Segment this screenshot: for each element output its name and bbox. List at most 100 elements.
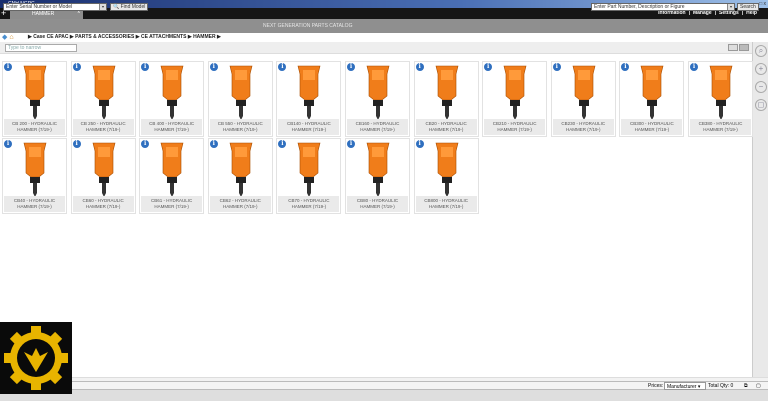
hammer-image [23,65,47,120]
hammer-tile[interactable]: i CB140 - HYDRAULIC HAMMER (7/19-) [276,61,342,137]
zoom-panel: ⌕ + − ◻ [752,42,768,382]
hammer-tile[interactable]: i CB20 - HYDRAULIC HAMMER (7/19-) [413,61,479,137]
info-icon[interactable]: i [347,140,355,148]
hammer-image [92,65,115,120]
zoom-in-icon[interactable]: + [755,63,767,75]
hammer-tile[interactable]: i CB 200 - HYDRAULIC HAMMER (7/19-) [2,61,67,137]
info-icon[interactable]: i [72,140,81,148]
part-search-input[interactable]: Enter Part Number, Description or Figure… [591,3,735,11]
hammer-image [298,65,321,120]
tile-label: CB 250 - HYDRAULIC HAMMER (7/19-) [72,119,134,135]
info-icon[interactable]: i [4,140,12,148]
hammer-image [641,65,664,120]
hammer-image [229,65,253,120]
prices-label: Prices: [648,383,664,389]
cart-icon[interactable]: ▢ [756,382,761,390]
search-label: Search [740,4,756,10]
catalog-title: NEXT GENERATION PARTS CATALOG [263,23,353,29]
prices-select[interactable]: Manufacturer ▾ [664,382,706,390]
info-icon[interactable]: i [552,63,561,71]
crumb-ce-attachments[interactable]: CE ATTACHMENTS [141,34,186,40]
hammer-tile[interactable]: i CB160 - HYDRAULIC HAMMER (7/19-) [345,61,410,137]
hammer-image [160,65,184,120]
hammer-tile[interactable]: i CB40 - HYDRAULIC HAMMER (7/19-) [2,138,67,214]
bottom-bar [0,390,768,401]
hammer-tile[interactable]: i CB800 - HYDRAULIC HAMMER (7/19-) [413,138,479,214]
status-bar: Prices: Manufacturer ▾ Total Qty: 0 ⧉ ▢ [0,381,768,390]
hammer-tile[interactable]: i CB 250 - HYDRAULIC HAMMER (7/19-) [70,61,136,137]
hammer-image [366,65,390,120]
hammer-tile[interactable]: i CB230 - HYDRAULIC HAMMER (7/19-) [550,61,616,137]
hammer-image [435,65,458,120]
tile-label: CB40 - HYDRAULIC HAMMER (7/19-) [4,196,65,212]
part-placeholder: Enter Part Number, Description or Figure [594,4,685,10]
tile-label: CB 200 - HYDRAULIC HAMMER (7/19-) [4,119,65,135]
list-view-button[interactable] [728,44,738,51]
hammer-image [366,142,390,197]
info-icon[interactable]: i [141,140,150,148]
hammer-image [298,142,321,197]
serial-input[interactable]: Enter Serial Number or Model ▾ [3,3,107,11]
total-qty: Total Qty: 0 [708,383,734,389]
crumb-hammer[interactable]: HAMMER [193,34,216,40]
info-icon[interactable]: i [278,140,287,148]
info-icon[interactable]: i [415,63,424,71]
find-model-button[interactable]: 🔍 Find Model [110,3,149,11]
hammer-tile[interactable]: i CB210 - HYDRAULIC HAMMER (7/19-) [482,61,548,137]
info-icon[interactable]: i [690,63,698,71]
hammer-tile[interactable]: i CB70 - HYDRAULIC HAMMER (7/19-) [276,138,342,214]
hammer-tile[interactable]: i CB380 - HYDRAULIC HAMMER (7/19-) [688,61,753,137]
tab-label: HAMMER [32,11,55,17]
zoom-out-icon[interactable]: − [755,81,767,93]
hammer-image [229,142,253,197]
fit-icon[interactable]: ◻ [755,99,767,111]
chevron-down-icon[interactable]: ▾ [99,4,106,10]
info-icon[interactable]: i [209,63,218,71]
hammer-image [709,65,733,120]
hammer-image [435,142,458,197]
zoom-icon[interactable]: ⌕ [755,45,767,57]
info-icon[interactable]: i [484,63,493,71]
search-button[interactable]: Search [737,3,759,11]
tile-label: CB210 - HYDRAULIC HAMMER (7/19-) [484,119,546,135]
info-icon[interactable]: i [621,63,630,71]
info-icon[interactable]: i [278,63,287,71]
hammer-tile[interactable]: i CB62 - HYDRAULIC HAMMER (7/19-) [207,138,273,214]
tile-label: CB 550 - HYDRAULIC HAMMER (7/19-) [209,119,271,135]
crumb-parts[interactable]: PARTS & ACCESSORIES [75,34,134,40]
view-toggle [728,44,750,53]
tile-label: CB160 - HYDRAULIC HAMMER (7/19-) [347,119,408,135]
find-model-label: Find Model [120,4,146,10]
info-icon[interactable]: i [72,63,81,71]
hammer-tile[interactable]: i CB 550 - HYDRAULIC HAMMER (7/19-) [207,61,273,137]
crumb-case[interactable]: Case CE APAC [33,34,68,40]
search-icon: 🔍 [113,4,120,10]
tile-label: CB800 - HYDRAULIC HAMMER (7/19-) [415,196,477,212]
info-icon[interactable]: i [347,63,355,71]
hammer-tile[interactable]: i CB 400 - HYDRAULIC HAMMER (7/19-) [139,61,205,137]
grid-view-button[interactable] [739,44,749,51]
chevron-down-icon[interactable]: ▾ [727,4,734,10]
hammer-image [160,142,184,197]
tile-label: CB380 - HYDRAULIC HAMMER (7/19-) [690,119,751,135]
hammer-image [572,65,596,120]
info-icon[interactable]: i [209,140,218,148]
watermark-logo [0,322,72,394]
tile-label: CB70 - HYDRAULIC HAMMER (7/19-) [278,196,340,212]
toolbar [0,19,768,33]
serial-placeholder: Enter Serial Number or Model [6,4,73,10]
tile-label: CB62 - HYDRAULIC HAMMER (7/19-) [209,196,271,212]
hammer-tile[interactable]: i CB61 - HYDRAULIC HAMMER (7/19-) [139,138,205,214]
info-icon[interactable]: i [141,63,150,71]
breadcrumb: ▶ Case CE APAC ▶ PARTS & ACCESSORIES ▶ C… [28,34,221,40]
hammer-tile[interactable]: i CB300 - HYDRAULIC HAMMER (7/19-) [619,61,685,137]
tile-label: CB20 - HYDRAULIC HAMMER (7/19-) [415,119,477,135]
tile-label: CB61 - HYDRAULIC HAMMER (7/19-) [141,196,203,212]
info-icon[interactable]: i [4,63,12,71]
info-icon[interactable]: i [415,140,424,148]
hammer-image [92,142,115,197]
filter-input[interactable]: Type to narrow [5,44,77,52]
hammer-tile[interactable]: i CB80 - HYDRAULIC HAMMER (7/19-) [345,138,410,214]
copy-icon[interactable]: ⧉ [744,382,748,390]
hammer-tile[interactable]: i CB60 - HYDRAULIC HAMMER (7/19-) [70,138,136,214]
